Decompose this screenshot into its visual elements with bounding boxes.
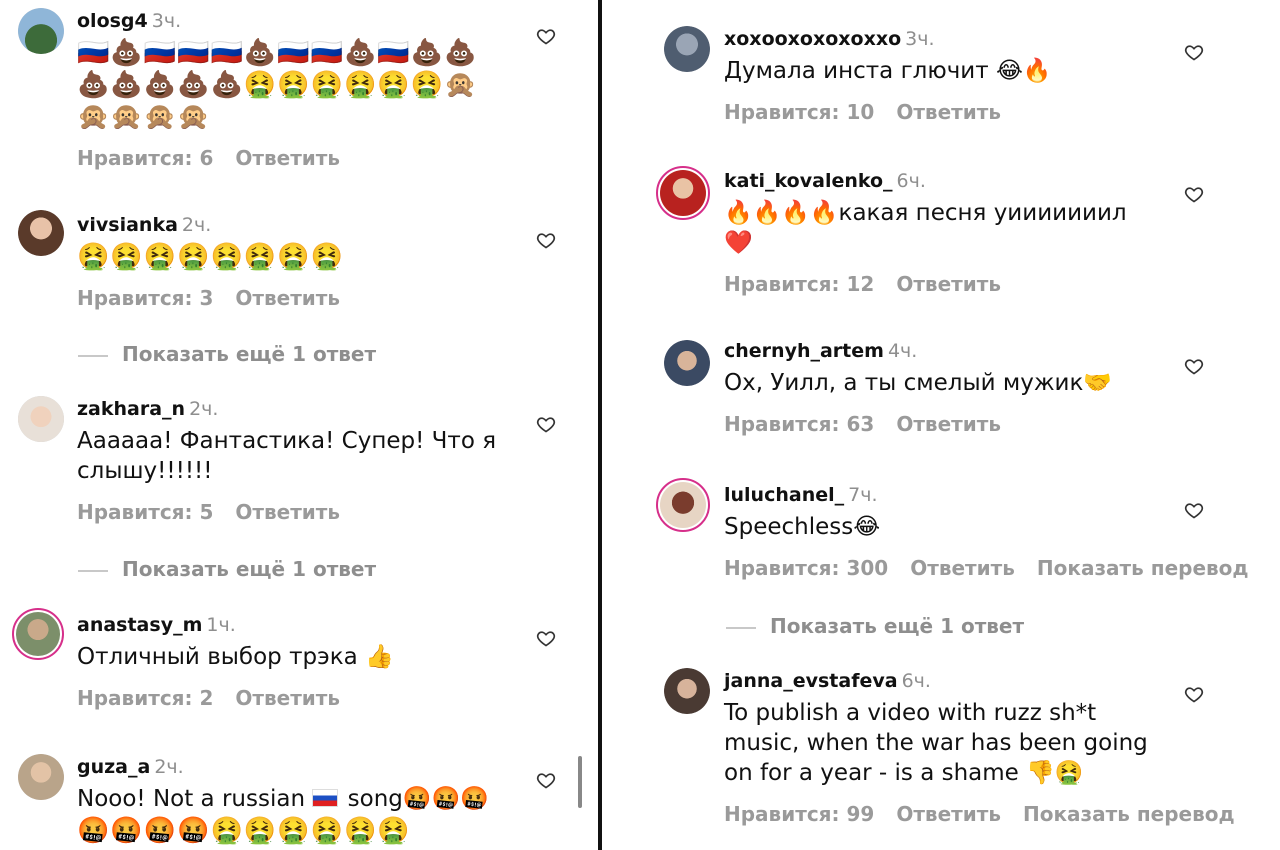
comment-text: To publish a video with ruzz sh*t music,… bbox=[724, 700, 1148, 786]
likes-count[interactable]: Нравится: 12 bbox=[724, 272, 874, 296]
comment-username[interactable]: olosg4 bbox=[77, 10, 148, 32]
comment-text: Аааааа! Фантастика! Супер! Что я слышу!!… bbox=[77, 428, 497, 484]
comment-username[interactable]: xoxooxoxoxoxxo bbox=[724, 28, 901, 50]
comment-text: Nooo! Not a russian song🤬🤬🤬 bbox=[77, 786, 489, 812]
russia-flag-icon bbox=[312, 788, 339, 807]
reply-button[interactable]: Ответить bbox=[896, 802, 1001, 826]
heart-outline-icon[interactable] bbox=[1184, 500, 1204, 520]
comment-time: 6ч. bbox=[896, 170, 926, 192]
likes-count[interactable]: Нравится: 99 bbox=[724, 802, 874, 826]
comment-username[interactable]: guza_a bbox=[77, 756, 150, 778]
reply-button[interactable]: Ответить bbox=[896, 412, 1001, 436]
comment-time: 3ч. bbox=[905, 28, 935, 50]
show-translation-button[interactable]: Показать перевод bbox=[1023, 802, 1235, 826]
heart-outline-icon[interactable] bbox=[536, 770, 556, 790]
heart-outline-icon[interactable] bbox=[1184, 356, 1204, 376]
comment-username[interactable]: luluchanel_ bbox=[724, 484, 844, 506]
comment-username[interactable]: chernyh_artem bbox=[724, 340, 884, 362]
comment-username[interactable]: janna_evstafeva bbox=[724, 670, 898, 692]
avatar[interactable] bbox=[656, 166, 710, 220]
comment-text: Думала инста глючит 😂🔥 bbox=[724, 58, 1052, 84]
comment-time: 3ч. bbox=[151, 10, 182, 32]
reply-button[interactable]: Ответить bbox=[235, 286, 340, 310]
comment-time: 2ч. bbox=[181, 214, 212, 236]
show-more-replies-label: Показать ещё 1 ответ bbox=[122, 342, 377, 366]
comment-time: 1ч. bbox=[206, 614, 236, 636]
divider bbox=[726, 626, 756, 629]
reply-button[interactable]: Ответить bbox=[910, 556, 1015, 580]
comment-time: 2ч. bbox=[154, 756, 184, 778]
heart-outline-icon[interactable] bbox=[1184, 42, 1204, 62]
comment-time: 6ч. bbox=[901, 670, 931, 692]
comment-text: 🙊🙊🙊🙊 bbox=[77, 102, 211, 132]
show-translation-button[interactable]: Показать перевод bbox=[1037, 556, 1249, 580]
avatar[interactable] bbox=[18, 754, 64, 800]
comment-username[interactable]: vivsianka bbox=[77, 214, 178, 236]
reply-button[interactable]: Ответить bbox=[896, 100, 1001, 124]
heart-outline-icon[interactable] bbox=[1184, 684, 1204, 704]
show-more-replies-button[interactable]: Показать ещё 1 ответ bbox=[726, 614, 1024, 638]
avatar[interactable] bbox=[656, 478, 710, 532]
heart-outline-icon[interactable] bbox=[536, 628, 556, 648]
comment-username[interactable]: kati_kovalenko_ bbox=[724, 170, 893, 192]
likes-count[interactable]: Нравится: 10 bbox=[724, 100, 874, 124]
likes-count[interactable]: Нравится: 3 bbox=[77, 286, 213, 310]
reply-button[interactable]: Ответить bbox=[235, 146, 340, 170]
avatar[interactable] bbox=[664, 340, 710, 386]
likes-count[interactable]: Нравится: 300 bbox=[724, 556, 888, 580]
show-more-replies-button[interactable]: Показать ещё 1 ответ bbox=[78, 342, 376, 366]
reply-button[interactable]: Ответить bbox=[896, 272, 1001, 296]
divider bbox=[78, 354, 108, 357]
show-more-replies-button[interactable]: Показать ещё 1 ответ bbox=[78, 557, 376, 581]
comment-text: Отличный выбор трэка 👍 bbox=[77, 644, 394, 670]
comment-text: 🔥🔥🔥🔥какая песня уииииииил bbox=[724, 200, 1127, 226]
avatar[interactable] bbox=[664, 26, 710, 72]
scrollbar[interactable] bbox=[578, 756, 582, 808]
reply-button[interactable]: Ответить bbox=[235, 686, 340, 710]
comment-text: 🇷🇺💩🇷🇺🇷🇺🇷🇺💩🇷🇺🇷🇺💩🇷🇺💩💩 bbox=[77, 38, 478, 68]
heart-outline-icon[interactable] bbox=[536, 414, 556, 434]
avatar[interactable] bbox=[18, 8, 64, 54]
heart-outline-icon[interactable] bbox=[536, 230, 556, 250]
comments-column-left: olosg4 3ч. 🇷🇺💩🇷🇺🇷🇺🇷🇺💩🇷🇺🇷🇺💩🇷🇺💩💩 💩💩💩💩💩🤮🤮🤮🤮🤮… bbox=[0, 0, 598, 850]
comments-column-right: xoxooxoxoxoxxo 3ч. Думала инста глючит 😂🔥… bbox=[602, 0, 1280, 850]
likes-count[interactable]: Нравится: 2 bbox=[77, 686, 213, 710]
comment-time: 2ч. bbox=[189, 398, 219, 420]
comment-text: 🤮🤮🤮🤮🤮🤮🤮🤮 bbox=[77, 242, 344, 272]
heart-outline-icon[interactable] bbox=[1184, 184, 1204, 204]
comment-text: 💩💩💩💩💩🤮🤮🤮🤮🤮🤮🙊 bbox=[77, 70, 478, 100]
avatar[interactable] bbox=[18, 210, 64, 256]
comment-time: 7ч. bbox=[848, 484, 878, 506]
comment-time: 4ч. bbox=[887, 340, 918, 362]
comment-text: ❤️ bbox=[724, 230, 753, 256]
avatar[interactable] bbox=[664, 668, 710, 714]
likes-count[interactable]: Нравится: 63 bbox=[724, 412, 874, 436]
avatar[interactable] bbox=[18, 396, 64, 442]
comment-text: Ох, Уилл, а ты смелый мужик🤝 bbox=[724, 370, 1113, 396]
show-more-replies-label: Показать ещё 1 ответ bbox=[770, 614, 1025, 638]
comment-text: 🤬🤬🤬🤬🤮🤮🤮🤮🤮🤮 bbox=[77, 816, 411, 846]
divider bbox=[78, 569, 108, 572]
avatar[interactable] bbox=[12, 608, 64, 660]
comment-username[interactable]: zakhara_n bbox=[77, 398, 185, 420]
heart-outline-icon[interactable] bbox=[536, 26, 556, 46]
likes-count[interactable]: Нравится: 6 bbox=[77, 146, 213, 170]
reply-button[interactable]: Ответить bbox=[235, 500, 340, 524]
likes-count[interactable]: Нравится: 5 bbox=[77, 500, 213, 524]
show-more-replies-label: Показать ещё 1 ответ bbox=[122, 557, 377, 581]
comment-username[interactable]: anastasy_m bbox=[77, 614, 202, 636]
